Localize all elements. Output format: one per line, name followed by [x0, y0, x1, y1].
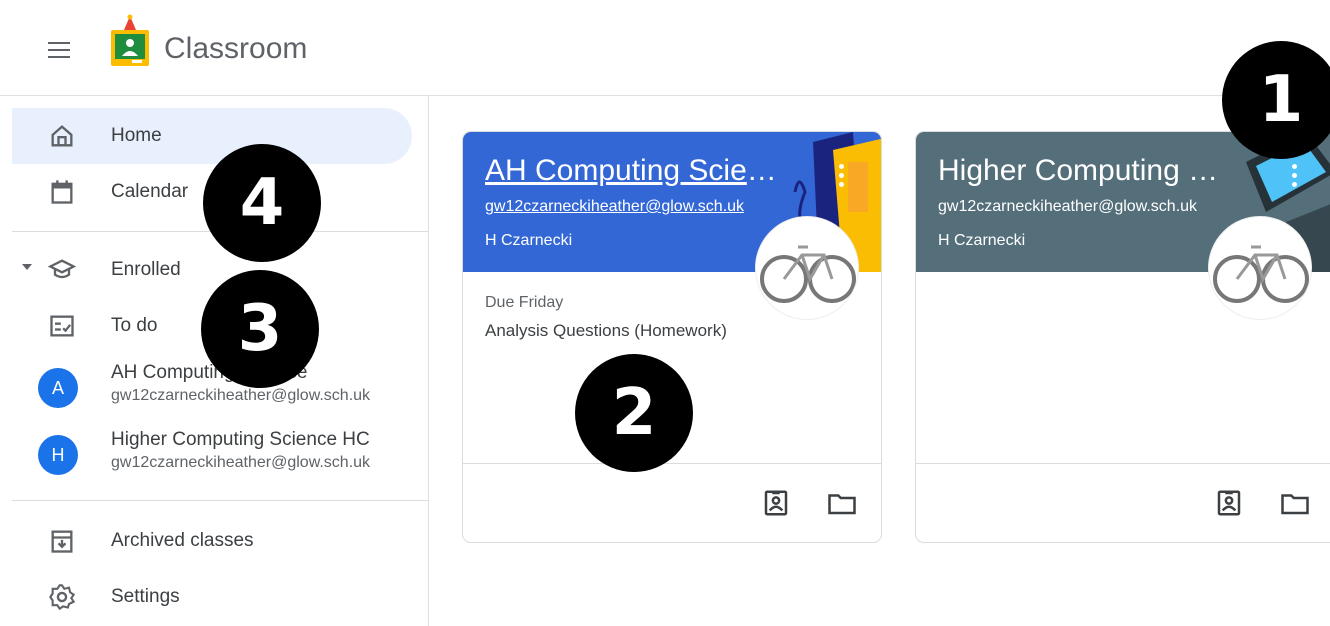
gear-icon [49, 584, 76, 611]
home-icon [51, 125, 73, 147]
avatar [1208, 216, 1312, 320]
enrolled-hat-icon [48, 259, 76, 279]
class-email: gw12czarneckiheather@glow.sch.uk [111, 454, 371, 471]
card-teacher: H Czarnecki [485, 232, 573, 249]
sidebar-item-label: Settings [111, 586, 180, 607]
card-divider [463, 463, 881, 464]
class-card[interactable]: AH Computing Scien... gw12czarneckiheath… [462, 131, 882, 543]
callout-badge: 4 [203, 144, 321, 262]
classroom-logo-icon[interactable] [108, 14, 152, 68]
sidebar-item-home[interactable]: Home [12, 108, 412, 164]
folder-icon[interactable] [827, 488, 857, 518]
card-teacher: H Czarnecki [938, 232, 1026, 249]
avatar: A [38, 368, 78, 408]
sidebar-item-label: To do [111, 315, 158, 336]
avatar [755, 216, 859, 320]
calendar-icon [51, 180, 73, 204]
more-options-icon[interactable] [837, 164, 845, 190]
bicycle-icon [760, 245, 856, 303]
sidebar-item-enrolled[interactable]: Enrolled [12, 242, 412, 298]
card-divider [916, 463, 1330, 464]
assignment-link[interactable]: Analysis Questions (Homework) [485, 321, 727, 341]
gradebook-icon[interactable] [1214, 488, 1244, 518]
hamburger-menu-icon[interactable] [44, 34, 76, 66]
folder-icon[interactable] [1280, 488, 1310, 518]
sidebar-item-label: Enrolled [111, 259, 181, 280]
callout-badge: 1 [1222, 41, 1330, 159]
chevron-down-icon[interactable] [22, 264, 32, 270]
class-card[interactable]: Higher Computing Sc... gw12czarneckiheat… [915, 131, 1330, 543]
card-title[interactable]: Higher Computing Sc... [938, 154, 1238, 188]
more-options-icon[interactable] [1290, 164, 1298, 190]
avatar: H [38, 435, 78, 475]
sidebar-item-settings[interactable]: Settings [12, 569, 412, 625]
archive-icon [51, 530, 73, 553]
sidebar-item-label: Archived classes [111, 530, 254, 551]
due-label: Due Friday [485, 294, 564, 311]
sidebar-item-label: Home [111, 125, 162, 146]
class-name: Higher Computing Science HC [111, 429, 370, 450]
gradebook-icon[interactable] [761, 488, 791, 518]
todo-checklist-icon [50, 315, 74, 337]
card-email[interactable]: gw12czarneckiheather@glow.sch.uk [938, 198, 1197, 216]
sidebar-item-class[interactable]: H Higher Computing Science HC gw12czarne… [12, 421, 412, 485]
bicycle-icon [1213, 245, 1309, 303]
sidebar-item-label: Calendar [111, 181, 189, 202]
app-title: Classroom [164, 32, 308, 65]
card-title[interactable]: AH Computing Scien... [485, 154, 785, 188]
callout-badge: 2 [575, 354, 693, 472]
card-email[interactable]: gw12czarneckiheather@glow.sch.uk [485, 198, 744, 216]
sidebar-item-archived[interactable]: Archived classes [12, 513, 412, 569]
app-header: Classroom [0, 0, 1330, 96]
callout-badge: 3 [201, 270, 319, 388]
class-email: gw12czarneckiheather@glow.sch.uk [111, 387, 371, 404]
sidebar-divider [12, 500, 428, 501]
